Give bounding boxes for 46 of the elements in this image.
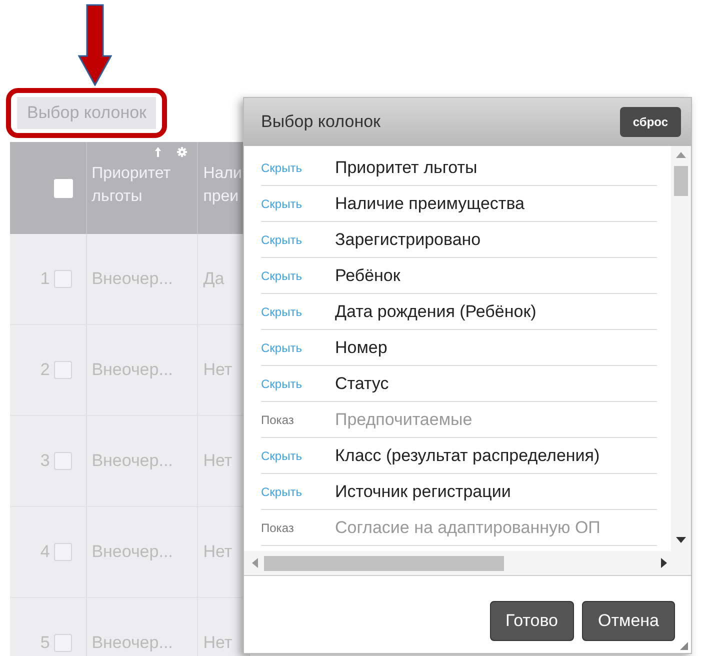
column-header[interactable]: Приоритет льготы	[86, 142, 198, 234]
toggle-link[interactable]: Скрыть	[261, 160, 335, 174]
toggle-link[interactable]: Скрыть	[261, 448, 335, 462]
column-picker-button[interactable]: Выбор колонок	[17, 97, 156, 129]
row-checkbox[interactable]	[54, 543, 72, 561]
column-name: Источник регистрации	[335, 482, 511, 502]
scroll-right-icon[interactable]	[661, 558, 667, 568]
vertical-scrollbar[interactable]	[671, 146, 691, 551]
reset-button[interactable]: сброс	[620, 107, 681, 137]
toggle-link[interactable]: Скрыть	[261, 232, 335, 246]
column-name: Дата рождения (Ребёнок)	[335, 302, 536, 322]
done-button[interactable]: Готово	[490, 600, 574, 640]
scroll-thumb[interactable]	[674, 166, 688, 196]
toggle-link[interactable]: Скрыть	[261, 304, 335, 318]
column-name: Класс (результат распределения)	[335, 446, 600, 466]
toggle-link[interactable]: Скрыть	[261, 268, 335, 282]
resize-grip-icon[interactable]	[680, 642, 688, 650]
row-checkbox[interactable]	[54, 361, 72, 379]
column-name: Предпочитаемые	[335, 410, 472, 430]
row-checkbox[interactable]	[54, 270, 72, 288]
sort-arrow-icon[interactable]	[154, 147, 161, 157]
horizontal-scrollbar[interactable]	[244, 551, 691, 575]
column-name: Номер	[335, 338, 388, 358]
scroll-up-icon[interactable]	[676, 152, 686, 158]
column-name: Зарегистрировано	[335, 230, 481, 250]
select-all-checkbox[interactable]	[54, 178, 73, 198]
column-name: Статус	[335, 374, 389, 394]
settings-icon[interactable]	[176, 147, 187, 157]
column-name: Согласие на адаптированную ОП	[335, 518, 600, 538]
cancel-button[interactable]: Отмена	[582, 600, 675, 640]
toggle-link[interactable]: Показ	[261, 520, 335, 534]
toggle-link[interactable]: Скрыть	[261, 376, 335, 390]
down-arrow-icon	[78, 4, 112, 86]
column-name: Наличие преимущества	[335, 194, 524, 214]
row-checkbox[interactable]	[54, 634, 72, 652]
column-name: Приоритет льготы	[335, 158, 478, 178]
column-name: Ребёнок	[335, 266, 400, 286]
scroll-left-icon[interactable]	[252, 558, 258, 568]
scroll-thumb[interactable]	[264, 556, 504, 570]
row-checkbox[interactable]	[54, 452, 72, 470]
toggle-link[interactable]: Скрыть	[261, 196, 335, 210]
scroll-down-icon[interactable]	[676, 537, 686, 543]
toggle-link[interactable]: Показ	[261, 412, 335, 426]
dialog-title: Выбор колонок	[261, 112, 380, 132]
toggle-link[interactable]: Скрыть	[261, 484, 335, 498]
toggle-link[interactable]: Скрыть	[261, 340, 335, 354]
